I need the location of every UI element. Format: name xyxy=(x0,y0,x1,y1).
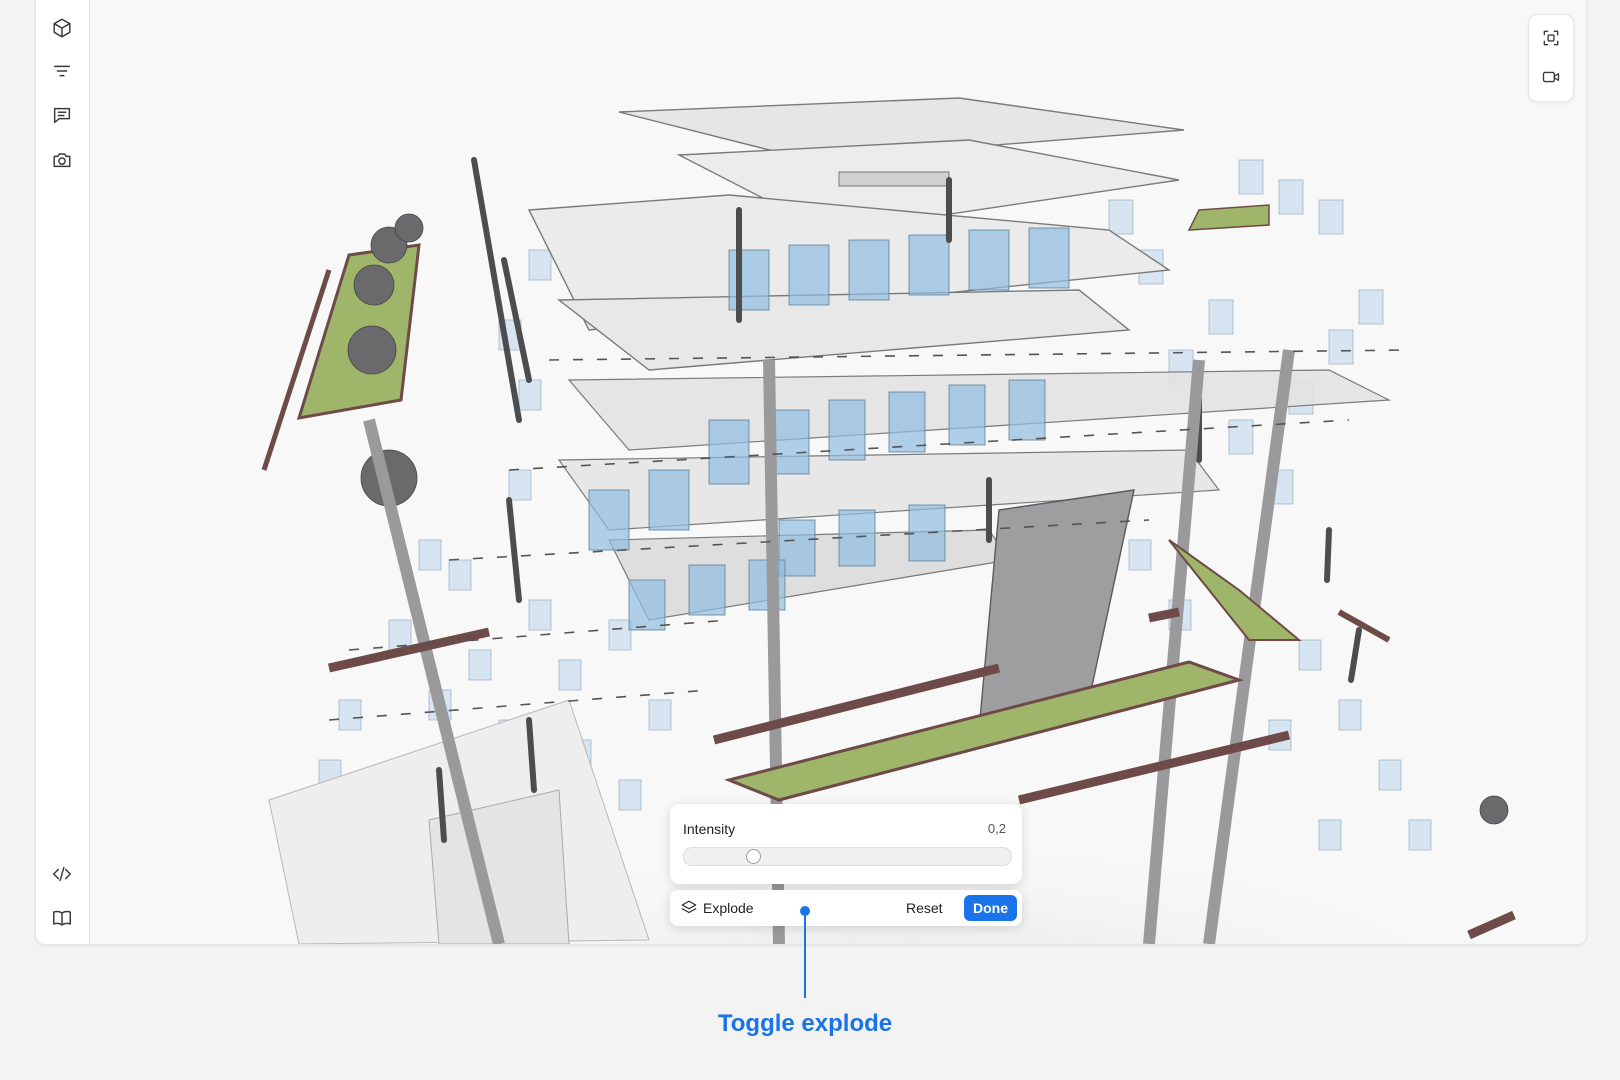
intensity-panel: Intensity 0,2 xyxy=(670,804,1022,884)
app-window: Intensity 0,2 Explode Reset Done xyxy=(35,0,1587,945)
callout-label: Toggle explode xyxy=(717,1010,893,1037)
done-button[interactable]: Done xyxy=(964,895,1017,921)
layers-icon[interactable] xyxy=(680,899,698,917)
left-sidebar xyxy=(36,0,90,944)
intensity-value: 0,2 xyxy=(987,821,1006,836)
camera-panel xyxy=(1528,14,1574,102)
building-model[interactable] xyxy=(89,0,1586,944)
intensity-slider-thumb[interactable] xyxy=(746,849,761,864)
video-icon[interactable] xyxy=(1536,62,1566,92)
code-icon[interactable] xyxy=(45,857,79,891)
intensity-label: Intensity xyxy=(683,821,736,837)
explode-toggle[interactable]: Explode xyxy=(703,900,754,916)
book-icon[interactable] xyxy=(45,901,79,935)
reset-button[interactable]: Reset xyxy=(906,900,943,916)
cube-icon[interactable] xyxy=(45,11,79,45)
model-viewport[interactable]: Intensity 0,2 Explode Reset Done xyxy=(89,0,1586,944)
intensity-slider[interactable] xyxy=(683,847,1012,866)
filter-icon[interactable] xyxy=(45,54,79,88)
comment-icon[interactable] xyxy=(45,98,79,132)
camera-icon[interactable] xyxy=(45,143,79,177)
focus-icon[interactable] xyxy=(1536,23,1566,53)
explode-toolbar: Explode Reset Done xyxy=(670,890,1022,926)
